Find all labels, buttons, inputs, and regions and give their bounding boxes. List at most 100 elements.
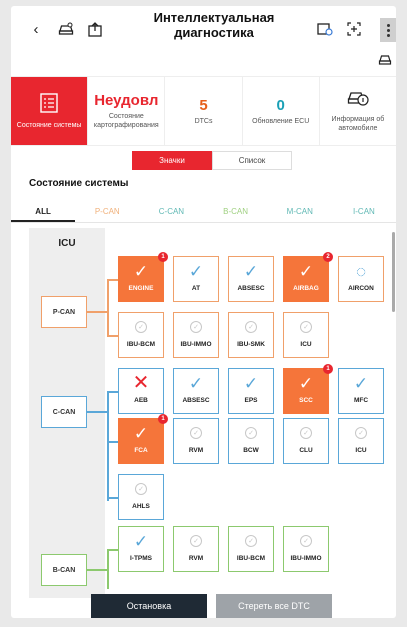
module-label: ICU — [300, 341, 312, 348]
module-tile[interactable]: ✕ AEB — [118, 368, 164, 414]
module-tile[interactable]: ✓ RVM — [173, 418, 219, 464]
module-label: AT — [191, 285, 201, 292]
module-tile[interactable]: ✓ SCC 1 — [283, 364, 333, 414]
bus-connector — [107, 335, 118, 337]
tab-m-can[interactable]: M-CAN — [268, 201, 332, 222]
module-tile[interactable]: ✓ RVM — [173, 526, 219, 572]
module-tile[interactable]: ✓ EPS — [228, 368, 274, 414]
vehicle-icon[interactable] — [57, 20, 75, 38]
module-label: RVM — [188, 555, 204, 562]
inactive-check-icon: ✓ — [245, 419, 257, 447]
module-tile[interactable]: ✓ ICU — [338, 418, 384, 464]
icons-view-button[interactable]: Значки — [132, 151, 212, 170]
mapping-status-card: Неудовл Состояние картографирования — [88, 77, 166, 145]
module-label: AHLS — [132, 503, 150, 510]
module-tile[interactable]: ✓ IBU-IMMO — [283, 526, 329, 572]
check-icon: ✓ — [298, 261, 314, 281]
bus-p-can[interactable]: P-CAN — [41, 296, 87, 328]
back-arrow-icon[interactable]: ‹ — [29, 21, 43, 38]
module-label: IBU-SMK — [237, 341, 265, 348]
module-label: EPS — [244, 397, 258, 404]
check-icon: ✓ — [353, 373, 369, 393]
module-tile[interactable]: ✓ IBU-BCM — [228, 526, 274, 572]
dtc-card[interactable]: 5 DTCs — [165, 77, 243, 145]
module-tile[interactable]: ✓ AT — [173, 256, 219, 302]
module-tile[interactable]: ◌ AIRCON — [338, 256, 384, 302]
bus-connector — [107, 441, 118, 443]
tab-b-can[interactable]: B-CAN — [204, 201, 268, 222]
result-label: Состояние картографирования — [93, 113, 159, 129]
module-tile[interactable]: ✓ AIRBAG 2 — [283, 252, 333, 302]
module-tile[interactable]: ✓ AHLS — [118, 474, 164, 520]
bus-connector — [107, 549, 109, 589]
car-icon[interactable] — [377, 52, 393, 68]
module-tile[interactable]: ✓ BCW — [228, 418, 274, 464]
bus-connector — [87, 311, 107, 313]
check-icon: ✓ — [243, 373, 259, 393]
inactive-check-icon: ✓ — [190, 527, 202, 555]
module-tile[interactable]: ✓ ENGINE 1 — [118, 252, 168, 302]
module-tile[interactable]: ✓ MFC — [338, 368, 384, 414]
vehicle-info-card[interactable]: Информация об автомобиле — [320, 77, 396, 145]
module-tile[interactable]: ✓ ICU — [283, 312, 329, 358]
module-label: CLU — [299, 447, 313, 454]
top-bar: ‹ Интеллектуальная диагностика — [11, 6, 396, 65]
inactive-check-icon: ✓ — [300, 419, 312, 447]
bus-b-can[interactable]: B-CAN — [41, 554, 87, 586]
inactive-check-icon: ✓ — [300, 313, 312, 341]
car-info-icon — [347, 89, 369, 112]
bus-connector — [107, 279, 118, 281]
module-tile[interactable]: ✓ ABSESC — [228, 256, 274, 302]
tab-p-can[interactable]: P-CAN — [75, 201, 139, 222]
can-tabs: ALL P-CAN C-CAN B-CAN M-CAN I-CAN — [11, 201, 396, 223]
module-tile[interactable]: ✓ ABSESC — [173, 368, 219, 414]
module-tile[interactable]: ✓ IBU-SMK — [228, 312, 274, 358]
bus-c-can[interactable]: C-CAN — [41, 396, 87, 428]
module-label: ENGINE — [128, 285, 154, 292]
ecu-update-card[interactable]: 0 Обновление ECU — [243, 77, 320, 145]
export-icon[interactable] — [86, 20, 104, 38]
module-tile[interactable]: ✓ IBU-IMMO — [173, 312, 219, 358]
result-value: Неудовл — [94, 92, 159, 109]
inactive-check-icon: ✓ — [245, 313, 257, 341]
inactive-check-icon: ✓ — [135, 475, 147, 503]
vehicle-info-label: Информация об автомобиле — [331, 116, 385, 132]
module-tile[interactable]: ✓ CLU — [283, 418, 329, 464]
add-icon[interactable] — [345, 20, 363, 38]
bus-connector — [107, 391, 118, 393]
error-x-icon: ✕ — [132, 372, 150, 394]
inactive-check-icon: ✓ — [190, 313, 202, 341]
module-label: IBU-BCM — [236, 555, 266, 562]
system-status-card[interactable]: Состояние системы — [11, 77, 89, 145]
list-view-button[interactable]: Список — [212, 151, 292, 170]
stop-button[interactable]: Остановка — [91, 594, 207, 618]
list-icon — [40, 92, 58, 118]
check-icon: ✓ — [188, 261, 204, 281]
tab-i-can[interactable]: I-CAN — [332, 201, 396, 222]
gear-icon[interactable] — [316, 20, 334, 38]
check-icon: ✓ — [133, 531, 149, 551]
module-tile[interactable]: ✓ I-TPMS — [118, 526, 164, 572]
dtc-label: DTCs — [194, 117, 213, 125]
dtc-badge: 1 — [158, 414, 168, 424]
scrollbar[interactable] — [392, 232, 395, 312]
ecu-label: Обновление ECU — [252, 117, 310, 125]
inactive-check-icon: ✓ — [355, 419, 367, 447]
loading-spinner-icon: ◌ — [355, 261, 367, 281]
system-status-label: Состояние системы — [16, 121, 82, 129]
module-label: ICU — [355, 447, 367, 454]
module-label: IBU-BCM — [126, 341, 156, 348]
clear-dtc-button[interactable]: Стереть все DTC — [216, 594, 332, 618]
bus-connector — [107, 391, 109, 501]
module-label: I-TPMS — [129, 555, 153, 562]
bus-connector — [107, 497, 118, 499]
app-frame: ‹ Интеллектуальная диагностика Состояние… — [11, 6, 396, 618]
module-label: ABSESC — [237, 285, 265, 292]
more-menu-icon[interactable] — [380, 18, 396, 42]
module-tile[interactable]: ✓ FCA 1 — [118, 414, 168, 464]
module-tile[interactable]: ✓ IBU-BCM — [118, 312, 164, 358]
check-icon: ✓ — [243, 261, 259, 281]
tab-c-can[interactable]: C-CAN — [139, 201, 203, 222]
tab-all[interactable]: ALL — [11, 201, 76, 222]
section-title: Состояние системы — [29, 178, 129, 189]
